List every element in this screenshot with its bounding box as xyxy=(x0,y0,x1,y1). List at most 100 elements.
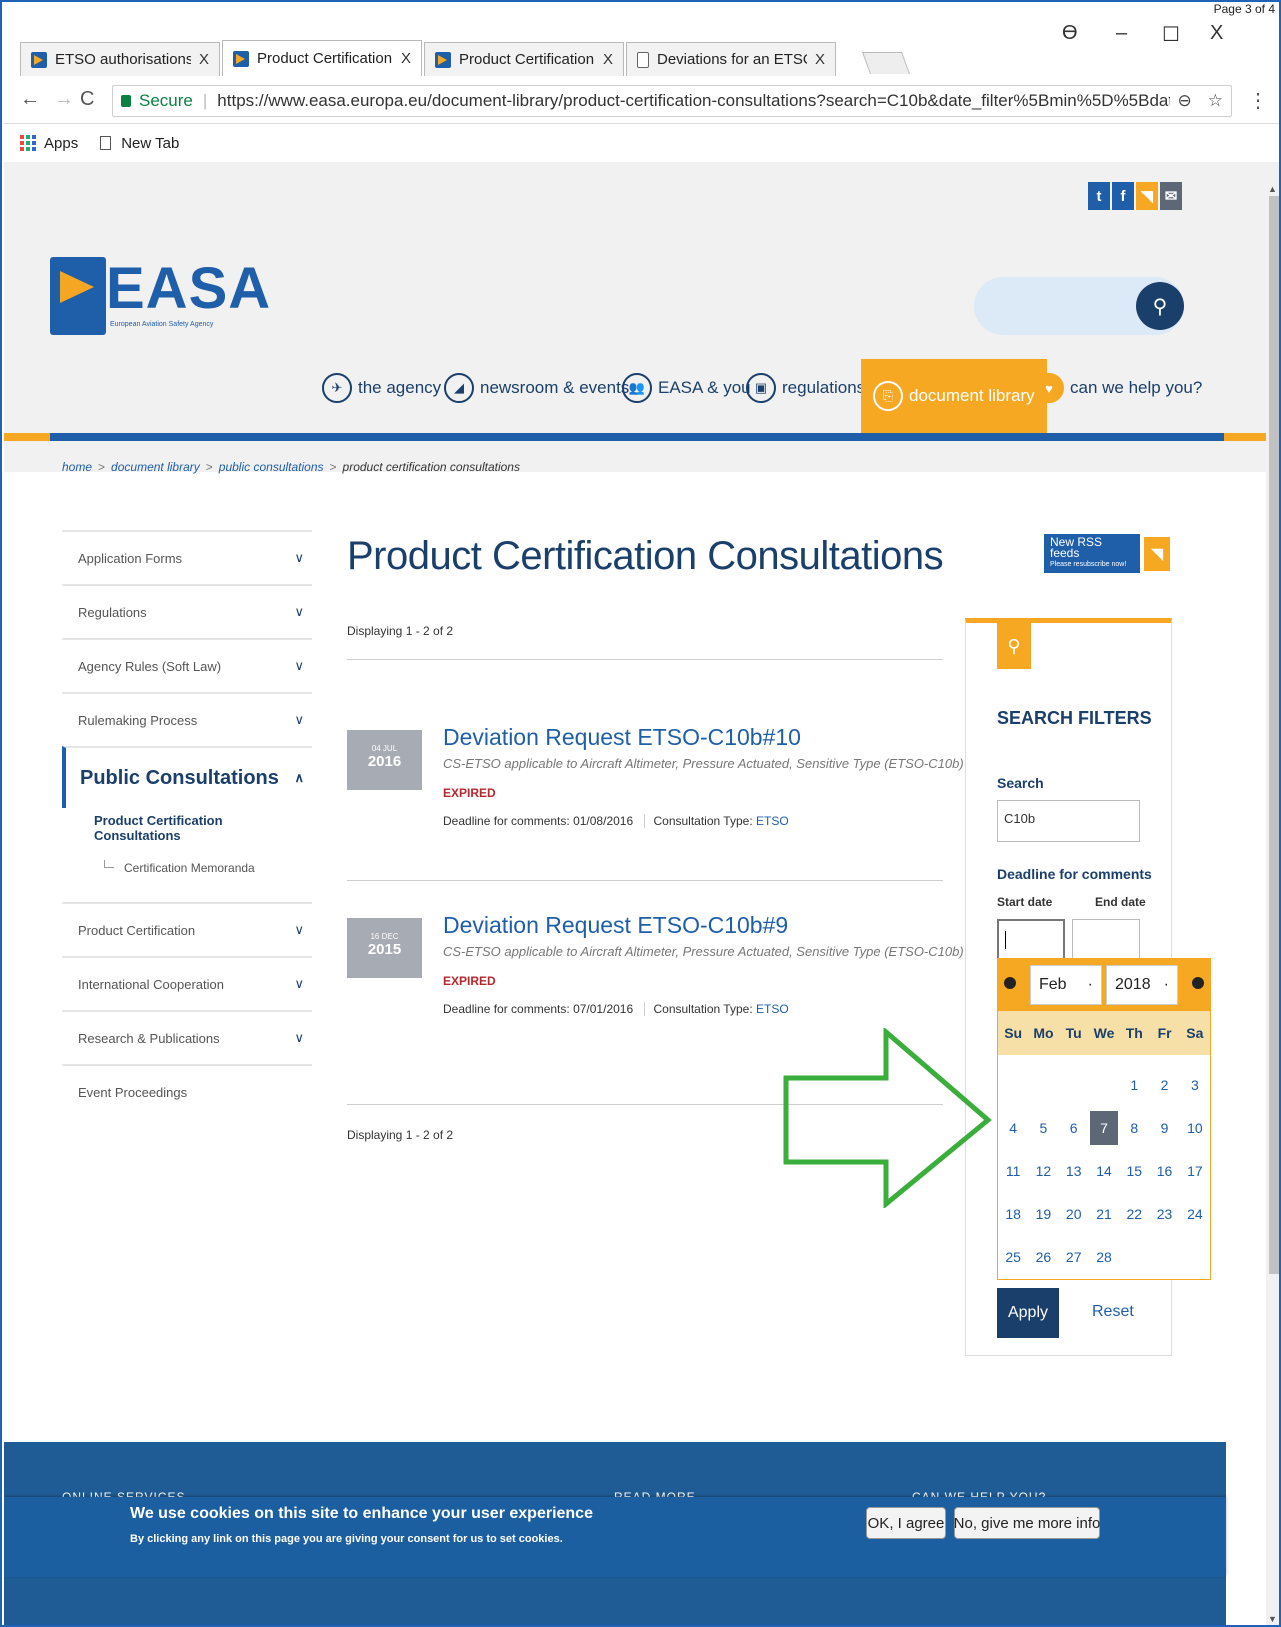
tab-product-certification[interactable]: Product Certification Cor X xyxy=(424,42,624,76)
scroll-thumb[interactable] xyxy=(1269,196,1279,1274)
calendar-day[interactable]: 5 xyxy=(1029,1111,1057,1145)
close-window-button[interactable]: X xyxy=(1210,22,1223,45)
calendar-day[interactable]: 8 xyxy=(1120,1111,1148,1145)
search-icon[interactable]: ⚲ xyxy=(997,623,1031,669)
nav-can-we-help[interactable]: ♥ can we help you? xyxy=(1034,373,1202,403)
calendar-day[interactable]: 26 xyxy=(1029,1240,1057,1274)
bookmark-new-tab[interactable]: New Tab xyxy=(100,135,179,152)
tab-product-certification-active[interactable]: Product Certification Cor X xyxy=(222,40,422,76)
tab-close-icon[interactable]: X xyxy=(199,51,209,68)
calendar-day[interactable]: 23 xyxy=(1150,1197,1178,1231)
calendar-day[interactable]: 6 xyxy=(1060,1111,1088,1145)
nav-newsroom-events[interactable]: ◢ newsroom & events xyxy=(444,373,629,403)
back-arrow-icon[interactable]: ← xyxy=(20,88,40,111)
calendar-day[interactable]: 10 xyxy=(1181,1111,1209,1145)
result-title-link[interactable]: Deviation Request ETSO-C10b#10 xyxy=(443,724,801,751)
sidebar-item-rulemaking-process[interactable]: Rulemaking Process ∨ xyxy=(62,692,312,746)
calendar-day[interactable]: 22 xyxy=(1120,1197,1148,1231)
twitter-icon[interactable]: t xyxy=(1088,182,1110,210)
page-scrollbar[interactable]: ▲ ▼ xyxy=(1266,162,1279,1625)
tab-deviations-etso[interactable]: Deviations for an ETSO – X xyxy=(626,42,836,76)
search-filter-input[interactable]: C10b xyxy=(997,800,1140,842)
calendar-day[interactable]: 25 xyxy=(999,1240,1027,1274)
calendar-day[interactable]: 17 xyxy=(1181,1154,1209,1188)
cookie-title: We use cookies on this site to enhance y… xyxy=(130,1505,593,1522)
bookmark-star-icon[interactable]: ☆ xyxy=(1208,91,1223,111)
tab-close-icon[interactable]: X xyxy=(603,51,613,68)
sidebar-subitem-certification-memoranda[interactable]: Certification Memoranda xyxy=(62,848,312,888)
sidebar-item-application-forms[interactable]: Application Forms ∨ xyxy=(62,530,312,584)
apply-button[interactable]: Apply xyxy=(997,1288,1059,1338)
url-text[interactable]: https://www.easa.europa.eu/document-libr… xyxy=(217,91,1169,111)
calendar-day[interactable]: 16 xyxy=(1150,1154,1178,1188)
cookie-more-info-button[interactable]: No, give me more info xyxy=(954,1507,1100,1539)
calendar-day[interactable]: 13 xyxy=(1060,1154,1088,1188)
rss-feeds-banner[interactable]: New RSS feeds Please resubscribe now! ◥ xyxy=(1044,534,1170,573)
calendar-day[interactable]: 3 xyxy=(1181,1068,1209,1102)
sidebar-item-public-consultations[interactable]: Public Consultations ∧ xyxy=(62,746,312,808)
search-icon[interactable]: ⚲ xyxy=(1136,282,1184,330)
new-tab-button[interactable] xyxy=(861,52,911,74)
menu-kebab-icon[interactable]: ⋮ xyxy=(1248,88,1268,113)
month-select[interactable]: Feb · xyxy=(1030,965,1102,1005)
start-date-input[interactable] xyxy=(997,919,1065,961)
sidebar-subitem-product-certification-consultations[interactable]: Product Certification Consultations xyxy=(62,808,312,848)
site-search-input[interactable]: ⚲ xyxy=(974,277,1184,335)
calendar-day[interactable]: 24 xyxy=(1181,1197,1209,1231)
maximize-button[interactable]: ☐ xyxy=(1162,22,1180,47)
easa-logo[interactable]: EASA European Aviation Safety Agency xyxy=(50,256,270,339)
reset-link[interactable]: Reset xyxy=(1092,1303,1134,1321)
profile-icon[interactable]: ϴ xyxy=(1062,22,1078,45)
nav-easa-and-you[interactable]: 👥 EASA & you xyxy=(622,373,751,403)
sidebar-item-international-cooperation[interactable]: International Cooperation ∨ xyxy=(62,956,312,1010)
calendar-day[interactable]: 18 xyxy=(999,1197,1027,1231)
bookmark-apps[interactable]: Apps xyxy=(20,135,78,152)
breadcrumb-public-consultations[interactable]: public consultations xyxy=(219,460,324,474)
consultation-type-link[interactable]: ETSO xyxy=(756,814,789,828)
nav-the-agency[interactable]: ✈ the agency xyxy=(322,373,441,403)
prev-month-icon[interactable] xyxy=(1004,977,1016,989)
calendar-day[interactable]: 19 xyxy=(1029,1197,1057,1231)
rss-icon[interactable]: ◥ xyxy=(1136,182,1158,210)
omnibox[interactable]: Secure | https://www.easa.europa.eu/docu… xyxy=(112,85,1232,117)
calendar-day[interactable]: 1 xyxy=(1120,1068,1148,1102)
sidebar-item-regulations[interactable]: Regulations ∨ xyxy=(62,584,312,638)
cookie-ok-button[interactable]: OK, I agree xyxy=(866,1507,946,1539)
calendar-day[interactable]: 21 xyxy=(1090,1197,1118,1231)
consultation-type-link[interactable]: ETSO xyxy=(756,1002,789,1016)
forward-arrow-icon[interactable]: → xyxy=(54,88,74,111)
calendar-day[interactable]: 11 xyxy=(999,1154,1027,1188)
calendar-day[interactable]: 12 xyxy=(1029,1154,1057,1188)
tab-etso-authorisations[interactable]: ETSO authorisations | EA X xyxy=(20,42,220,76)
sidebar-item-event-proceedings[interactable]: Event Proceedings xyxy=(62,1064,312,1118)
calendar-day[interactable]: 28 xyxy=(1090,1240,1118,1274)
zoom-icon[interactable]: ⊖ xyxy=(1178,91,1192,111)
result-title-link[interactable]: Deviation Request ETSO-C10b#9 xyxy=(443,912,788,939)
calendar-day[interactable]: 7 xyxy=(1089,1110,1119,1145)
facebook-icon[interactable]: f xyxy=(1112,182,1134,210)
minimize-button[interactable]: – xyxy=(1116,22,1127,45)
year-select[interactable]: 2018 · xyxy=(1106,965,1178,1005)
end-date-input[interactable] xyxy=(1072,919,1140,961)
calendar-day[interactable]: 9 xyxy=(1150,1111,1178,1145)
scroll-down-icon[interactable]: ▼ xyxy=(1268,1614,1277,1624)
breadcrumb-home[interactable]: home xyxy=(62,460,92,474)
tab-close-icon[interactable]: X xyxy=(815,51,825,68)
calendar-day[interactable]: 20 xyxy=(1060,1197,1088,1231)
next-month-icon[interactable] xyxy=(1192,977,1204,989)
breadcrumb-document-library[interactable]: document library xyxy=(111,460,200,474)
calendar-day[interactable]: 27 xyxy=(1060,1240,1088,1274)
email-icon[interactable]: ✉ xyxy=(1160,182,1182,210)
nav-document-library[interactable]: ⎘ document library xyxy=(861,359,1047,433)
calendar-day[interactable]: 15 xyxy=(1120,1154,1148,1188)
calendar-day[interactable]: 14 xyxy=(1090,1154,1118,1188)
sidebar-item-agency-rules[interactable]: Agency Rules (Soft Law) ∨ xyxy=(62,638,312,692)
sidebar-item-research-publications[interactable]: Research & Publications ∨ xyxy=(62,1010,312,1064)
calendar-day[interactable]: 2 xyxy=(1150,1068,1178,1102)
tab-close-icon[interactable]: X xyxy=(401,50,411,67)
sidebar-item-product-certification[interactable]: Product Certification ∨ xyxy=(62,902,312,956)
scroll-up-icon[interactable]: ▲ xyxy=(1268,184,1277,194)
calendar-day[interactable]: 4 xyxy=(999,1111,1027,1145)
nav-regulations[interactable]: ▣ regulations xyxy=(746,373,865,403)
reload-icon[interactable]: C xyxy=(80,88,94,111)
